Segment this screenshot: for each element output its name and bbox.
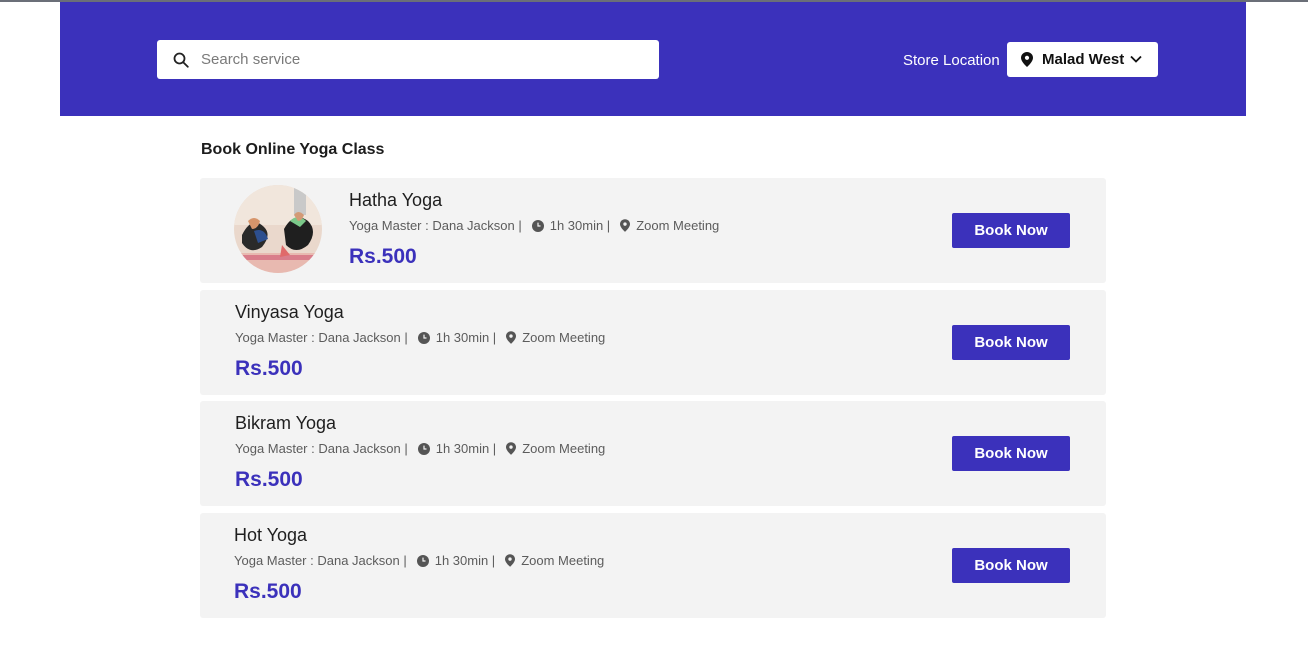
class-card-vinyasa: Vinyasa Yoga Yoga Master : Dana Jackson …: [200, 290, 1106, 395]
class-thumbnail-image: [234, 185, 322, 273]
class-duration: 1h 30min |: [434, 553, 496, 568]
location-pin-icon: [506, 331, 517, 344]
store-location-value: Malad West: [1042, 51, 1125, 68]
clock-icon: [417, 442, 430, 455]
class-master: Yoga Master : Dana Jackson |: [349, 218, 522, 233]
location-pin-icon: [1021, 52, 1033, 67]
class-meta: Yoga Master : Dana Jackson | 1h 30min | …: [234, 553, 604, 568]
class-venue: Zoom Meeting: [521, 553, 605, 568]
search-icon: [173, 52, 189, 68]
class-master: Yoga Master : Dana Jackson |: [235, 330, 408, 345]
class-name: Vinyasa Yoga: [235, 302, 344, 322]
class-card-hot: Hot Yoga Yoga Master : Dana Jackson | 1h…: [200, 513, 1106, 618]
class-meta: Yoga Master : Dana Jackson | 1h 30min | …: [349, 218, 719, 233]
search-box[interactable]: [157, 40, 659, 79]
location-pin-icon: [505, 554, 516, 567]
location-pin-icon: [506, 442, 517, 455]
class-price: Rs.500: [234, 580, 302, 603]
store-location-label: Store Location: [903, 52, 1000, 69]
location-pin-icon: [620, 219, 631, 232]
class-master: Yoga Master : Dana Jackson |: [234, 553, 407, 568]
class-duration: 1h 30min |: [435, 441, 497, 456]
clock-icon: [416, 554, 429, 567]
chevron-down-icon: [1130, 55, 1142, 63]
class-meta: Yoga Master : Dana Jackson | 1h 30min | …: [235, 330, 605, 345]
class-card-bikram: Bikram Yoga Yoga Master : Dana Jackson |…: [200, 401, 1106, 506]
class-master: Yoga Master : Dana Jackson |: [235, 441, 408, 456]
book-now-button[interactable]: Book Now: [952, 325, 1070, 360]
section-title: Book Online Yoga Class: [201, 141, 385, 158]
class-duration: 1h 30min |: [549, 218, 611, 233]
class-venue: Zoom Meeting: [636, 218, 720, 233]
class-name: Hot Yoga: [234, 525, 308, 545]
book-now-button[interactable]: Book Now: [952, 548, 1070, 583]
class-price: Rs.500: [349, 245, 417, 268]
search-input[interactable]: [201, 40, 641, 79]
class-duration: 1h 30min |: [435, 330, 497, 345]
class-venue: Zoom Meeting: [522, 441, 606, 456]
clock-icon: [531, 219, 544, 232]
book-now-button[interactable]: Book Now: [952, 436, 1070, 471]
header-bar: Store Location Malad West: [60, 2, 1246, 116]
class-venue: Zoom Meeting: [522, 330, 606, 345]
clock-icon: [417, 331, 430, 344]
class-price: Rs.500: [235, 468, 303, 491]
class-name: Bikram Yoga: [235, 413, 337, 433]
class-price: Rs.500: [235, 357, 303, 380]
class-name: Hatha Yoga: [349, 190, 443, 210]
book-now-button[interactable]: Book Now: [952, 213, 1070, 248]
class-meta: Yoga Master : Dana Jackson | 1h 30min | …: [235, 441, 605, 456]
class-card-hatha: Hatha Yoga Yoga Master : Dana Jackson | …: [200, 178, 1106, 283]
store-location-dropdown[interactable]: Malad West: [1007, 42, 1158, 77]
